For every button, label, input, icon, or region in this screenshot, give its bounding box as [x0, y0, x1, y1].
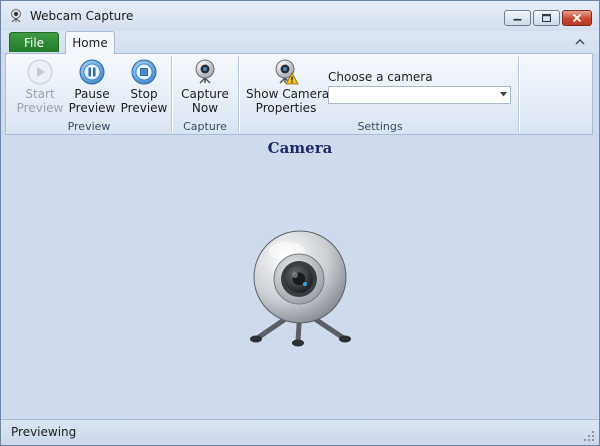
pause-preview-button[interactable]: Pause Preview: [64, 57, 120, 117]
resize-grip-icon[interactable]: [583, 430, 595, 442]
tab-home[interactable]: Home: [65, 31, 115, 54]
start-preview-button[interactable]: Start Preview: [12, 57, 68, 117]
maximize-icon: [542, 13, 551, 23]
maximize-button[interactable]: [533, 10, 560, 26]
title-bar: Webcam Capture: [1, 1, 599, 31]
group-capture-label: Capture: [183, 120, 227, 133]
pause-preview-label-2: Preview: [68, 101, 116, 115]
chevron-down-icon: [500, 92, 507, 97]
start-preview-label-2: Preview: [16, 101, 64, 115]
ribbon-separator: [518, 56, 519, 132]
chevron-up-icon[interactable]: [573, 36, 587, 48]
capture-now-label-1: Capture: [181, 87, 229, 101]
camera-select[interactable]: [328, 86, 511, 104]
capture-now-button[interactable]: Capture Now: [177, 57, 233, 117]
page-title: Camera: [267, 139, 333, 157]
show-camera-properties-label-1: Show Camera: [246, 87, 330, 101]
tab-file[interactable]: File: [9, 32, 59, 52]
stop-preview-label-1: Stop: [130, 87, 158, 101]
stop-preview-label-2: Preview: [120, 101, 168, 115]
play-icon: [27, 59, 53, 85]
pause-icon: [79, 59, 105, 85]
group-preview-label: Preview: [67, 120, 111, 133]
ribbon-home: Start Preview Pause Preview Stop Preview…: [5, 53, 593, 135]
minimize-icon: [513, 18, 522, 21]
stop-icon: [131, 59, 157, 85]
close-icon: [572, 13, 582, 23]
close-button[interactable]: [562, 10, 592, 26]
webcam-icon: [11, 9, 21, 23]
window-title: Webcam Capture: [30, 9, 134, 23]
minimize-button[interactable]: [504, 10, 531, 26]
ribbon-separator: [238, 56, 239, 132]
group-preview: Start Preview Pause Preview Stop Preview…: [10, 54, 168, 134]
show-camera-properties-button[interactable]: Show Camera Properties: [246, 57, 330, 117]
webcam-icon: [275, 59, 299, 85]
status-bar: Previewing: [1, 419, 599, 445]
capture-now-label-2: Now: [191, 101, 219, 115]
show-camera-properties-label-2: Properties: [255, 101, 317, 115]
stop-preview-button[interactable]: Stop Preview: [116, 57, 172, 117]
app-window: Webcam Capture File Home Start Preview P…: [0, 0, 600, 446]
group-settings-label: Settings: [357, 120, 403, 133]
ribbon-separator: [171, 56, 172, 132]
status-text: Previewing: [11, 425, 77, 439]
webcam-icon: [250, 230, 351, 347]
webcam-icon: [195, 59, 215, 84]
choose-camera-label: Choose a camera: [328, 70, 433, 84]
pause-preview-label-1: Pause: [74, 87, 110, 101]
start-preview-label-1: Start: [25, 87, 55, 101]
group-capture: Capture Now Capture: [174, 54, 236, 134]
